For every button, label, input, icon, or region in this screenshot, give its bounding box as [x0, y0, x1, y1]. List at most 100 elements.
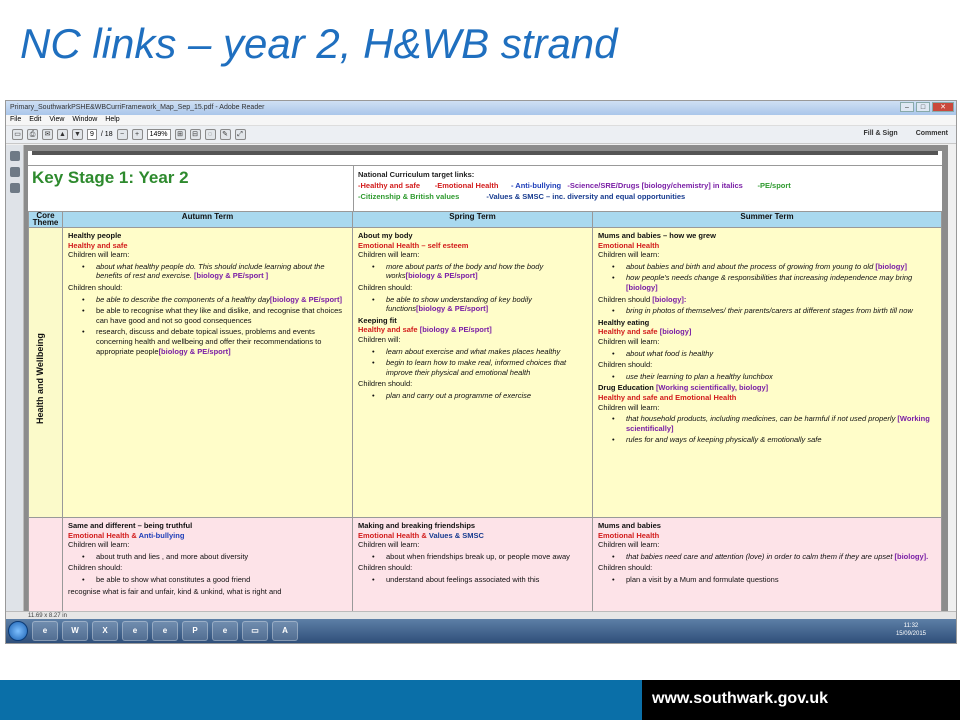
table-row: Health and Wellbeing Healthy people Heal…	[28, 227, 942, 518]
item-tag: [biology]	[659, 327, 692, 337]
footer-bar: www.southwark.gov.uk	[0, 680, 960, 720]
list-item: how people's needs change & responsibili…	[612, 273, 936, 292]
expand-icon[interactable]: ⤢	[234, 129, 246, 140]
list-item: about when friendships break up, or peop…	[372, 552, 587, 562]
zoom-out-icon[interactable]: −	[116, 129, 128, 140]
fit-page-icon[interactable]: ⊞	[174, 129, 186, 140]
excel-icon[interactable]: X	[92, 621, 118, 641]
table-row: Same and different – being truthful Emot…	[28, 517, 942, 611]
cell-text: Children will learn:	[68, 540, 130, 550]
item-text: understand about feelings associated wit…	[386, 574, 540, 584]
subtitle-text: Emotional Health &	[68, 530, 137, 540]
page-number-input[interactable]: 9	[87, 129, 97, 140]
start-button[interactable]	[8, 621, 28, 641]
footer-url[interactable]: www.southwark.gov.uk	[642, 680, 960, 720]
item-text: about truth and lies , and more about di…	[96, 551, 249, 561]
ie-icon[interactable]: e	[122, 621, 148, 641]
screenshot-window: Primary_SouthwarkPSHE&WBCurriFramework_M…	[5, 100, 957, 644]
cell-title: Mums and babies – how we grew	[598, 231, 716, 240]
item-text: be able to describe the components of a …	[96, 294, 270, 304]
menu-file[interactable]: File	[10, 116, 21, 124]
open-icon[interactable]: ▭	[12, 129, 23, 140]
subtitle-text: Values & SMSC	[428, 530, 484, 540]
zoom-in-icon[interactable]: +	[131, 129, 143, 140]
word-icon[interactable]: W	[62, 621, 88, 641]
slide: NC links – year 2, H&WB strand Primary_S…	[0, 0, 960, 720]
list-item: that babies need care and attention (lov…	[612, 552, 936, 562]
ie-icon[interactable]: e	[212, 621, 238, 641]
comment-icon[interactable]: ◌	[204, 129, 216, 140]
item-text: rules for and ways of keeping physically…	[626, 435, 822, 445]
item-text: begin to learn how to make real, informe…	[386, 358, 567, 377]
system-clock[interactable]: 11:32 15/09/2015	[896, 622, 926, 638]
cell-title: Mums and babies	[598, 521, 661, 530]
acrobat-icon[interactable]: A	[272, 621, 298, 641]
prev-page-icon[interactable]: ▲	[57, 129, 68, 140]
list-item: learn about exercise and what makes plac…	[372, 347, 587, 357]
spring-cell: Making and breaking friendships Emotiona…	[352, 517, 593, 611]
cell-text: Children will learn:	[598, 336, 660, 346]
item-tag: [biology & PE/sport ]	[193, 271, 269, 281]
menu-window[interactable]: Window	[72, 116, 97, 124]
clock-time: 11:32	[903, 623, 919, 629]
minimize-button[interactable]: –	[900, 102, 914, 112]
cell-text: Children should:	[358, 379, 413, 389]
menu-edit[interactable]: Edit	[29, 116, 41, 124]
nc-values-smsc: -Values & SMSC – inc. diversity and equa…	[486, 192, 686, 201]
clock-date: 15/09/2015	[895, 631, 926, 637]
doc-header: Key Stage 1: Year 2 National Curriculum …	[28, 165, 942, 211]
item-tag: [biology]:	[652, 294, 687, 304]
list-item: plan a visit by a Mum and formulate ques…	[612, 575, 936, 585]
nc-anti-bullying: - Anti-bullying	[510, 181, 562, 190]
maximize-button[interactable]: □	[916, 102, 930, 112]
email-icon[interactable]: ✉	[42, 129, 53, 140]
cell-text: Children will learn:	[358, 540, 420, 550]
powerpoint-icon[interactable]: P	[182, 621, 208, 641]
menu-help[interactable]: Help	[105, 116, 119, 124]
layers-icon[interactable]	[9, 183, 20, 193]
item-tag: [biology & PE/sport]	[419, 325, 492, 335]
document-area[interactable]: Key Stage 1: Year 2 National Curriculum …	[24, 145, 948, 611]
item-text: be able to show what constitutes a good …	[96, 574, 251, 584]
item-text: use their learning to plan a healthy lun…	[626, 371, 773, 381]
item-tag: [biology]	[875, 261, 908, 271]
cell-text: Children should:	[358, 282, 413, 292]
cell-text: Children should:	[598, 360, 653, 370]
list-item: rules for and ways of keeping physically…	[612, 435, 936, 445]
fit-width-icon[interactable]: ⊟	[189, 129, 201, 140]
highlight-icon[interactable]: ✎	[219, 129, 231, 140]
list-item: that household products, including medic…	[612, 414, 936, 433]
list-item: about truth and lies , and more about di…	[82, 552, 347, 562]
navigation-panel	[6, 145, 24, 625]
cell-title: About my body	[358, 231, 413, 240]
next-page-icon[interactable]: ▼	[72, 129, 83, 140]
list-item: understand about feelings associated wit…	[372, 575, 587, 585]
list-item: about what healthy people do. This shoul…	[82, 262, 347, 281]
folder-icon[interactable]: ▭	[242, 621, 268, 641]
zoom-select[interactable]: 149%	[146, 129, 171, 140]
item-tag: [biology & PE/sport]	[158, 346, 231, 356]
row-theme-cell	[28, 517, 63, 611]
pages-icon[interactable]	[9, 151, 20, 161]
menu-view[interactable]: View	[49, 116, 64, 124]
cell-text: Children should:	[598, 563, 653, 573]
row-theme-label: Health and Wellbeing	[35, 333, 45, 424]
subtitle-text: Emotional Health &	[358, 530, 427, 540]
item-text: about when friendships break up, or peop…	[386, 551, 570, 561]
signature-icon[interactable]	[9, 167, 20, 177]
ie-icon[interactable]: e	[152, 621, 178, 641]
item-tag: [biology & PE/sport]	[405, 271, 478, 281]
comment-button[interactable]: Comment	[916, 130, 948, 137]
header-summer: Summer Term	[592, 211, 942, 228]
cell-text: Children should [biology]:	[598, 295, 936, 305]
ie-icon[interactable]: e	[32, 621, 58, 641]
list-item: bring in photos of themselves/ their par…	[612, 306, 936, 316]
cell-subtitle: Healthy and safe [biology & PE/sport]	[358, 325, 587, 335]
nc-science: -Science/SRE/Drugs [biology/chemistry] i…	[567, 181, 743, 190]
close-button[interactable]: ✕	[932, 102, 954, 112]
fill-sign-button[interactable]: Fill & Sign	[863, 130, 897, 137]
list-item: about what food is healthy	[612, 349, 936, 359]
print-icon[interactable]: ⎙	[27, 129, 38, 140]
menu-bar: File Edit View Window Help	[6, 115, 956, 126]
taskbar: e W X e e P e ▭ A 11:32 15/09/2015	[6, 619, 956, 643]
